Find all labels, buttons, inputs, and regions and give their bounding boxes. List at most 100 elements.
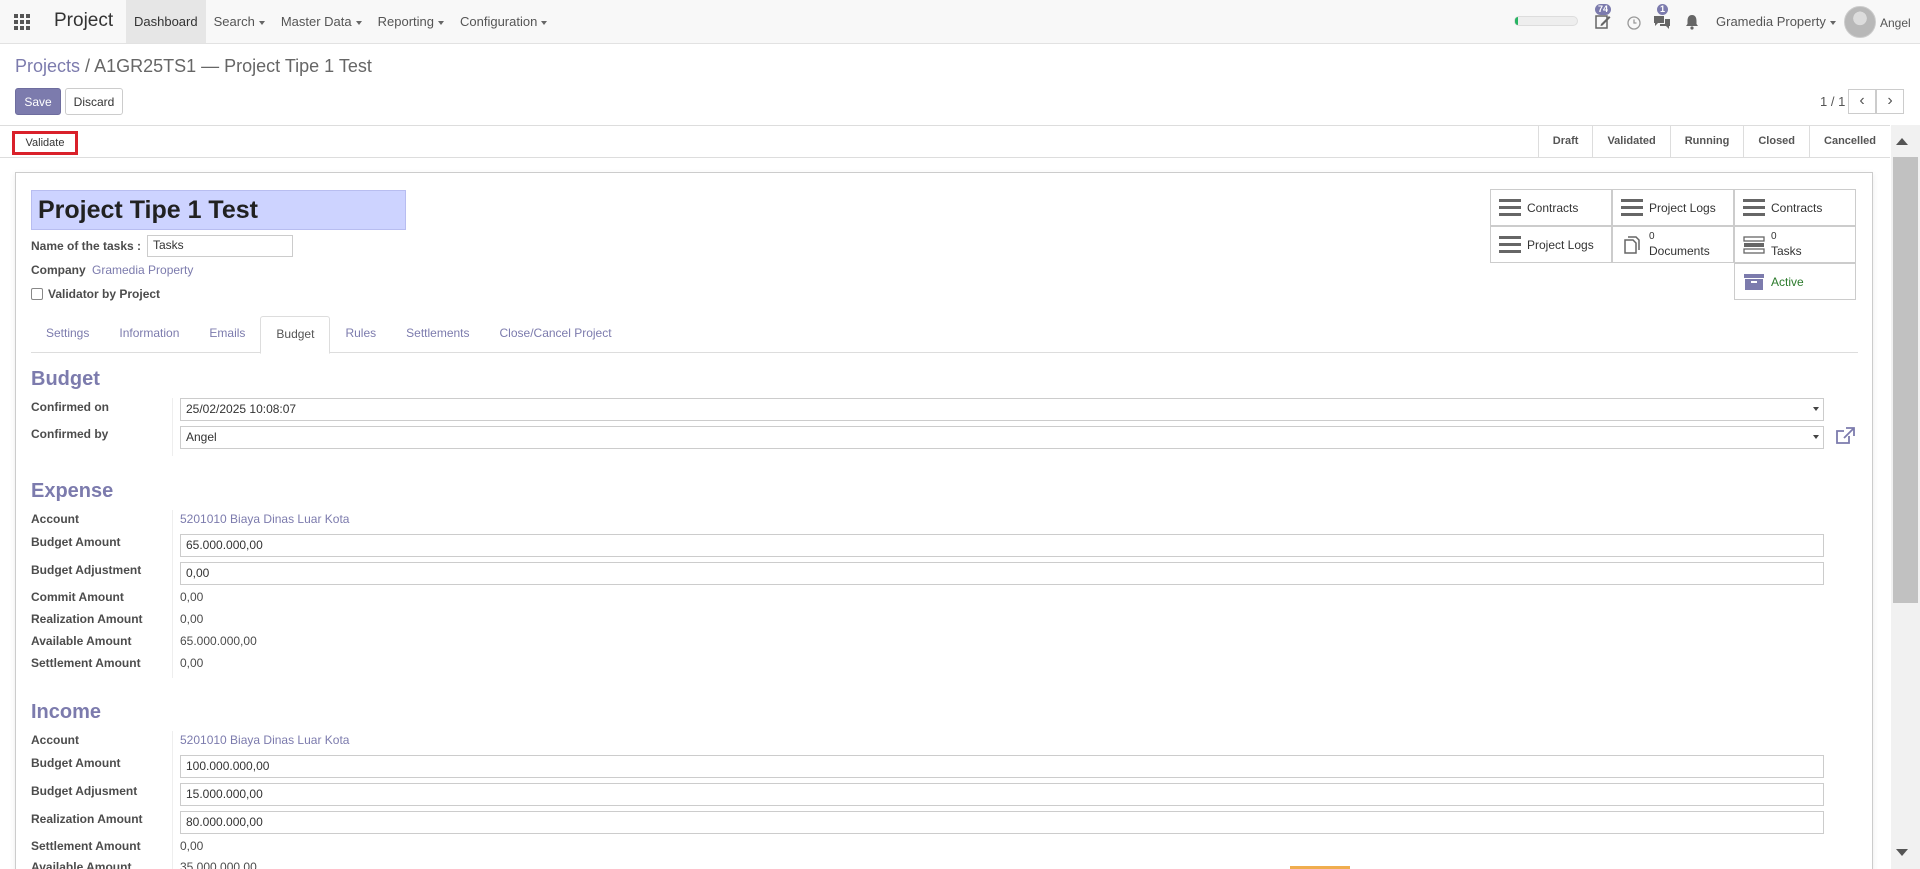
archive-icon xyxy=(1744,274,1764,290)
confirmed-by-select[interactable]: Angel xyxy=(180,426,1824,449)
project-name-input[interactable]: Project Tipe 1 Test xyxy=(31,190,406,230)
project-logs-smart-button[interactable]: Project Logs xyxy=(1612,189,1734,226)
validate-button[interactable]: Validate xyxy=(12,131,78,155)
income-realization-amount-label: Realization Amount xyxy=(31,812,143,826)
tasks-smart-button[interactable]: 0 Tasks xyxy=(1734,226,1856,263)
discard-button[interactable]: Discard xyxy=(65,88,123,115)
scroll-up-arrow-icon[interactable] xyxy=(1896,138,1908,145)
smart-buttons: Contracts Project Logs Contracts Project… xyxy=(1490,189,1858,300)
caret-down-icon xyxy=(258,20,265,25)
expense-budget-adjustment-label: Budget Adjustment xyxy=(31,563,142,577)
validator-by-project-checkbox[interactable] xyxy=(31,288,43,300)
income-budget-adjusment-label: Budget Adjusment xyxy=(31,784,138,798)
caret-down-icon xyxy=(438,20,444,25)
tab-emails[interactable]: Emails xyxy=(194,316,260,353)
tab-settings[interactable]: Settings xyxy=(31,316,104,353)
list-icon xyxy=(1743,199,1765,217)
expense-budget-amount-label: Budget Amount xyxy=(31,535,121,549)
list-icon xyxy=(1499,199,1521,217)
activities-edit-icon[interactable] xyxy=(1594,13,1612,31)
menu-reporting[interactable]: Reporting xyxy=(370,0,452,43)
stage-closed[interactable]: Closed xyxy=(1743,126,1809,157)
income-available-amount-label: Available Amount xyxy=(31,860,132,869)
tab-rules[interactable]: Rules xyxy=(330,316,391,353)
expense-settlement-amount-value: 0,00 xyxy=(180,656,204,670)
budget-section-title: Budget xyxy=(31,368,100,390)
pager-next-button[interactable]: › xyxy=(1876,89,1904,114)
documents-smart-button[interactable]: 0 Documents xyxy=(1612,226,1734,263)
stage-draft[interactable]: Draft xyxy=(1537,126,1593,157)
chevron-right-icon: › xyxy=(1887,92,1893,109)
external-link-icon[interactable] xyxy=(1835,427,1855,445)
confirmed-on-datetime-field[interactable]: 25/02/2025 10:08:07 xyxy=(180,398,1824,421)
form-statusbar: Validate Draft Validated Running Closed … xyxy=(0,125,1890,158)
company-value-link[interactable]: Gramedia Property xyxy=(92,263,193,277)
expense-realization-amount-value: 0,00 xyxy=(180,612,204,626)
income-budget-amount-input[interactable]: 100.000.000,00 xyxy=(180,755,1824,778)
dropdown-caret-icon xyxy=(1813,407,1819,411)
task-name-label: Name of the tasks : xyxy=(31,239,142,253)
field-divider xyxy=(172,731,173,869)
pager-value: 1 / 1 xyxy=(1820,94,1846,109)
caret-down-icon xyxy=(1829,20,1836,25)
confirmed-on-label: Confirmed on xyxy=(31,400,109,414)
income-account-link[interactable]: 5201010 Biaya Dinas Luar Kota xyxy=(180,733,349,747)
scroll-down-arrow-icon[interactable] xyxy=(1896,849,1908,856)
tab-close-cancel-project[interactable]: Close/Cancel Project xyxy=(485,316,627,353)
progress-fill xyxy=(1515,17,1519,25)
expense-budget-adjustment-input[interactable]: 0,00 xyxy=(180,562,1824,585)
expense-available-amount-value: 65.000.000,00 xyxy=(180,634,257,648)
documents-icon xyxy=(1624,236,1640,254)
onboarding-progress-bar[interactable] xyxy=(1514,16,1578,26)
clock-icon[interactable] xyxy=(1625,13,1643,31)
expense-account-label: Account xyxy=(31,512,79,526)
tab-information[interactable]: Information xyxy=(104,316,194,353)
confirmed-by-label: Confirmed by xyxy=(31,427,109,441)
income-budget-adjusment-input[interactable]: 15.000.000,00 xyxy=(180,783,1824,806)
messages-badge: 1 xyxy=(1657,4,1669,15)
stage-cancelled[interactable]: Cancelled xyxy=(1809,126,1890,157)
list-icon xyxy=(1499,236,1521,254)
chevron-left-icon: ‹ xyxy=(1859,92,1865,109)
tab-budget[interactable]: Budget xyxy=(260,316,331,354)
menu-search[interactable]: Search xyxy=(206,0,273,43)
breadcrumb: Projects / A1GR25TS1 — Project Tipe 1 Te… xyxy=(15,56,372,77)
user-avatar[interactable] xyxy=(1844,6,1876,38)
breadcrumb-projects-link[interactable]: Projects xyxy=(15,56,80,76)
save-button[interactable]: Save xyxy=(15,88,61,115)
tab-settlements[interactable]: Settlements xyxy=(391,316,484,353)
contracts-smart-button-2[interactable]: Contracts xyxy=(1734,189,1856,226)
menu-configuration[interactable]: Configuration xyxy=(452,0,555,43)
active-toggle-button[interactable]: Active xyxy=(1734,263,1856,300)
expense-section-title: Expense xyxy=(31,480,114,502)
stage-running[interactable]: Running xyxy=(1669,126,1744,157)
expense-account-link[interactable]: 5201010 Biaya Dinas Luar Kota xyxy=(180,512,349,526)
messages-icon[interactable] xyxy=(1653,13,1671,31)
form-tabs: Settings Information Emails Budget Rules… xyxy=(31,316,1858,354)
project-logs-smart-button-2[interactable]: Project Logs xyxy=(1490,226,1612,263)
stage-validated[interactable]: Validated xyxy=(1592,126,1669,157)
expense-realization-amount-label: Realization Amount xyxy=(31,612,143,626)
task-name-input[interactable]: Tasks xyxy=(147,235,293,257)
income-section-title: Income xyxy=(31,701,102,723)
company-switcher[interactable]: Gramedia Property xyxy=(1716,14,1836,29)
income-realization-amount-input[interactable]: 80.000.000,00 xyxy=(180,811,1824,834)
apps-menu-icon[interactable] xyxy=(14,14,30,30)
caret-down-icon xyxy=(541,20,548,25)
app-brand[interactable]: Project xyxy=(54,10,113,32)
main-menu: Dashboard Search Master Data Reporting C… xyxy=(126,0,555,43)
menu-master-data[interactable]: Master Data xyxy=(273,0,370,43)
field-divider xyxy=(172,398,173,456)
pager-previous-button[interactable]: ‹ xyxy=(1848,89,1876,114)
expense-budget-amount-input[interactable]: 65.000.000,00 xyxy=(180,534,1824,557)
tasks-icon xyxy=(1743,236,1765,254)
menu-dashboard[interactable]: Dashboard xyxy=(126,0,206,43)
scrollbar-thumb[interactable] xyxy=(1893,157,1918,603)
notification-bell-icon[interactable] xyxy=(1683,13,1701,31)
contracts-smart-button[interactable]: Contracts xyxy=(1490,189,1612,226)
income-account-label: Account xyxy=(31,733,79,747)
top-navbar: Project Dashboard Search Master Data Rep… xyxy=(0,0,1920,44)
activities-badge: 74 xyxy=(1595,4,1612,15)
caret-down-icon xyxy=(355,20,362,25)
user-name[interactable]: Angel xyxy=(1880,16,1911,30)
